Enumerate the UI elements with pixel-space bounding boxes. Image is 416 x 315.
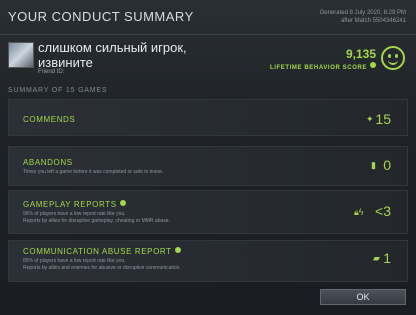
behavior-score-label: LIFETIME BEHAVIOR SCORE: [270, 62, 376, 71]
chat-bubble-icon: ▰: [373, 253, 380, 263]
generated-date: Generated 8 July 2020, 8:29 PM: [319, 10, 406, 16]
behavior-score-label-text: LIFETIME BEHAVIOR SCORE: [269, 65, 367, 71]
avatar: [8, 42, 34, 68]
smiley-mouth: [388, 57, 398, 65]
abandons-card: ABANDONS Times you left a game before it…: [8, 146, 408, 186]
gameplay-reports-value: <3: [375, 203, 391, 219]
behavior-score-value: 9,135: [345, 47, 376, 61]
conduct-summary-dialog: YOUR CONDUCT SUMMARY Generated 8 July 20…: [0, 0, 416, 315]
commend-star-icon: ✦: [366, 114, 374, 124]
lock-lightning-icon: 🔒︎ϟ: [354, 207, 364, 217]
commends-card: COMMENDS ✦ 15: [8, 99, 408, 136]
communication-abuse-desc-1: 85% of players have a low report rate li…: [23, 258, 126, 264]
abandons-title: ABANDONS: [23, 158, 73, 167]
abandons-desc: Times you left a game before it was comp…: [23, 169, 164, 175]
communication-abuse-value: 1: [383, 250, 391, 266]
ok-button[interactable]: OK: [320, 289, 406, 305]
communication-abuse-desc-2: Reports by allies and enemies for abusiv…: [23, 265, 181, 271]
smiley-face-icon: [381, 46, 405, 70]
communication-abuse-title-text: COMMUNICATION ABUSE REPORT: [23, 247, 172, 256]
commends-value: 15: [375, 111, 391, 127]
gameplay-reports-card: GAMEPLAY REPORTS 96% of players have a l…: [8, 190, 408, 234]
info-icon[interactable]: [370, 62, 376, 68]
info-icon[interactable]: [119, 200, 126, 206]
communication-abuse-card: COMMUNICATION ABUSE REPORT 85% of player…: [8, 240, 408, 282]
dialog-header: YOUR CONDUCT SUMMARY Generated 8 July 20…: [0, 0, 416, 35]
commends-title: COMMENDS: [23, 115, 76, 124]
gameplay-reports-desc-1: 96% of players have a low report rate li…: [23, 211, 126, 217]
player-name: слишком сильный игрок, извините: [38, 40, 187, 70]
dialog-title: YOUR CONDUCT SUMMARY: [8, 9, 194, 24]
communication-abuse-title: COMMUNICATION ABUSE REPORT: [23, 247, 181, 256]
gameplay-reports-title-text: GAMEPLAY REPORTS: [23, 200, 117, 209]
generated-info: Generated 8 July 2020, 8:29 PM after Mat…: [320, 9, 406, 25]
abandon-door-icon: ▮: [371, 160, 376, 170]
gameplay-reports-desc-2: Reports by allies for disruptive gamepla…: [23, 218, 170, 224]
abandons-value: 0: [383, 157, 391, 173]
info-icon[interactable]: [174, 247, 181, 253]
friend-id-label: Friend ID:: [38, 69, 65, 75]
after-match: after Match 5504346241: [340, 18, 406, 24]
gameplay-reports-title: GAMEPLAY REPORTS: [23, 200, 126, 209]
summary-heading: SUMMARY OF 15 GAMES: [8, 87, 108, 94]
